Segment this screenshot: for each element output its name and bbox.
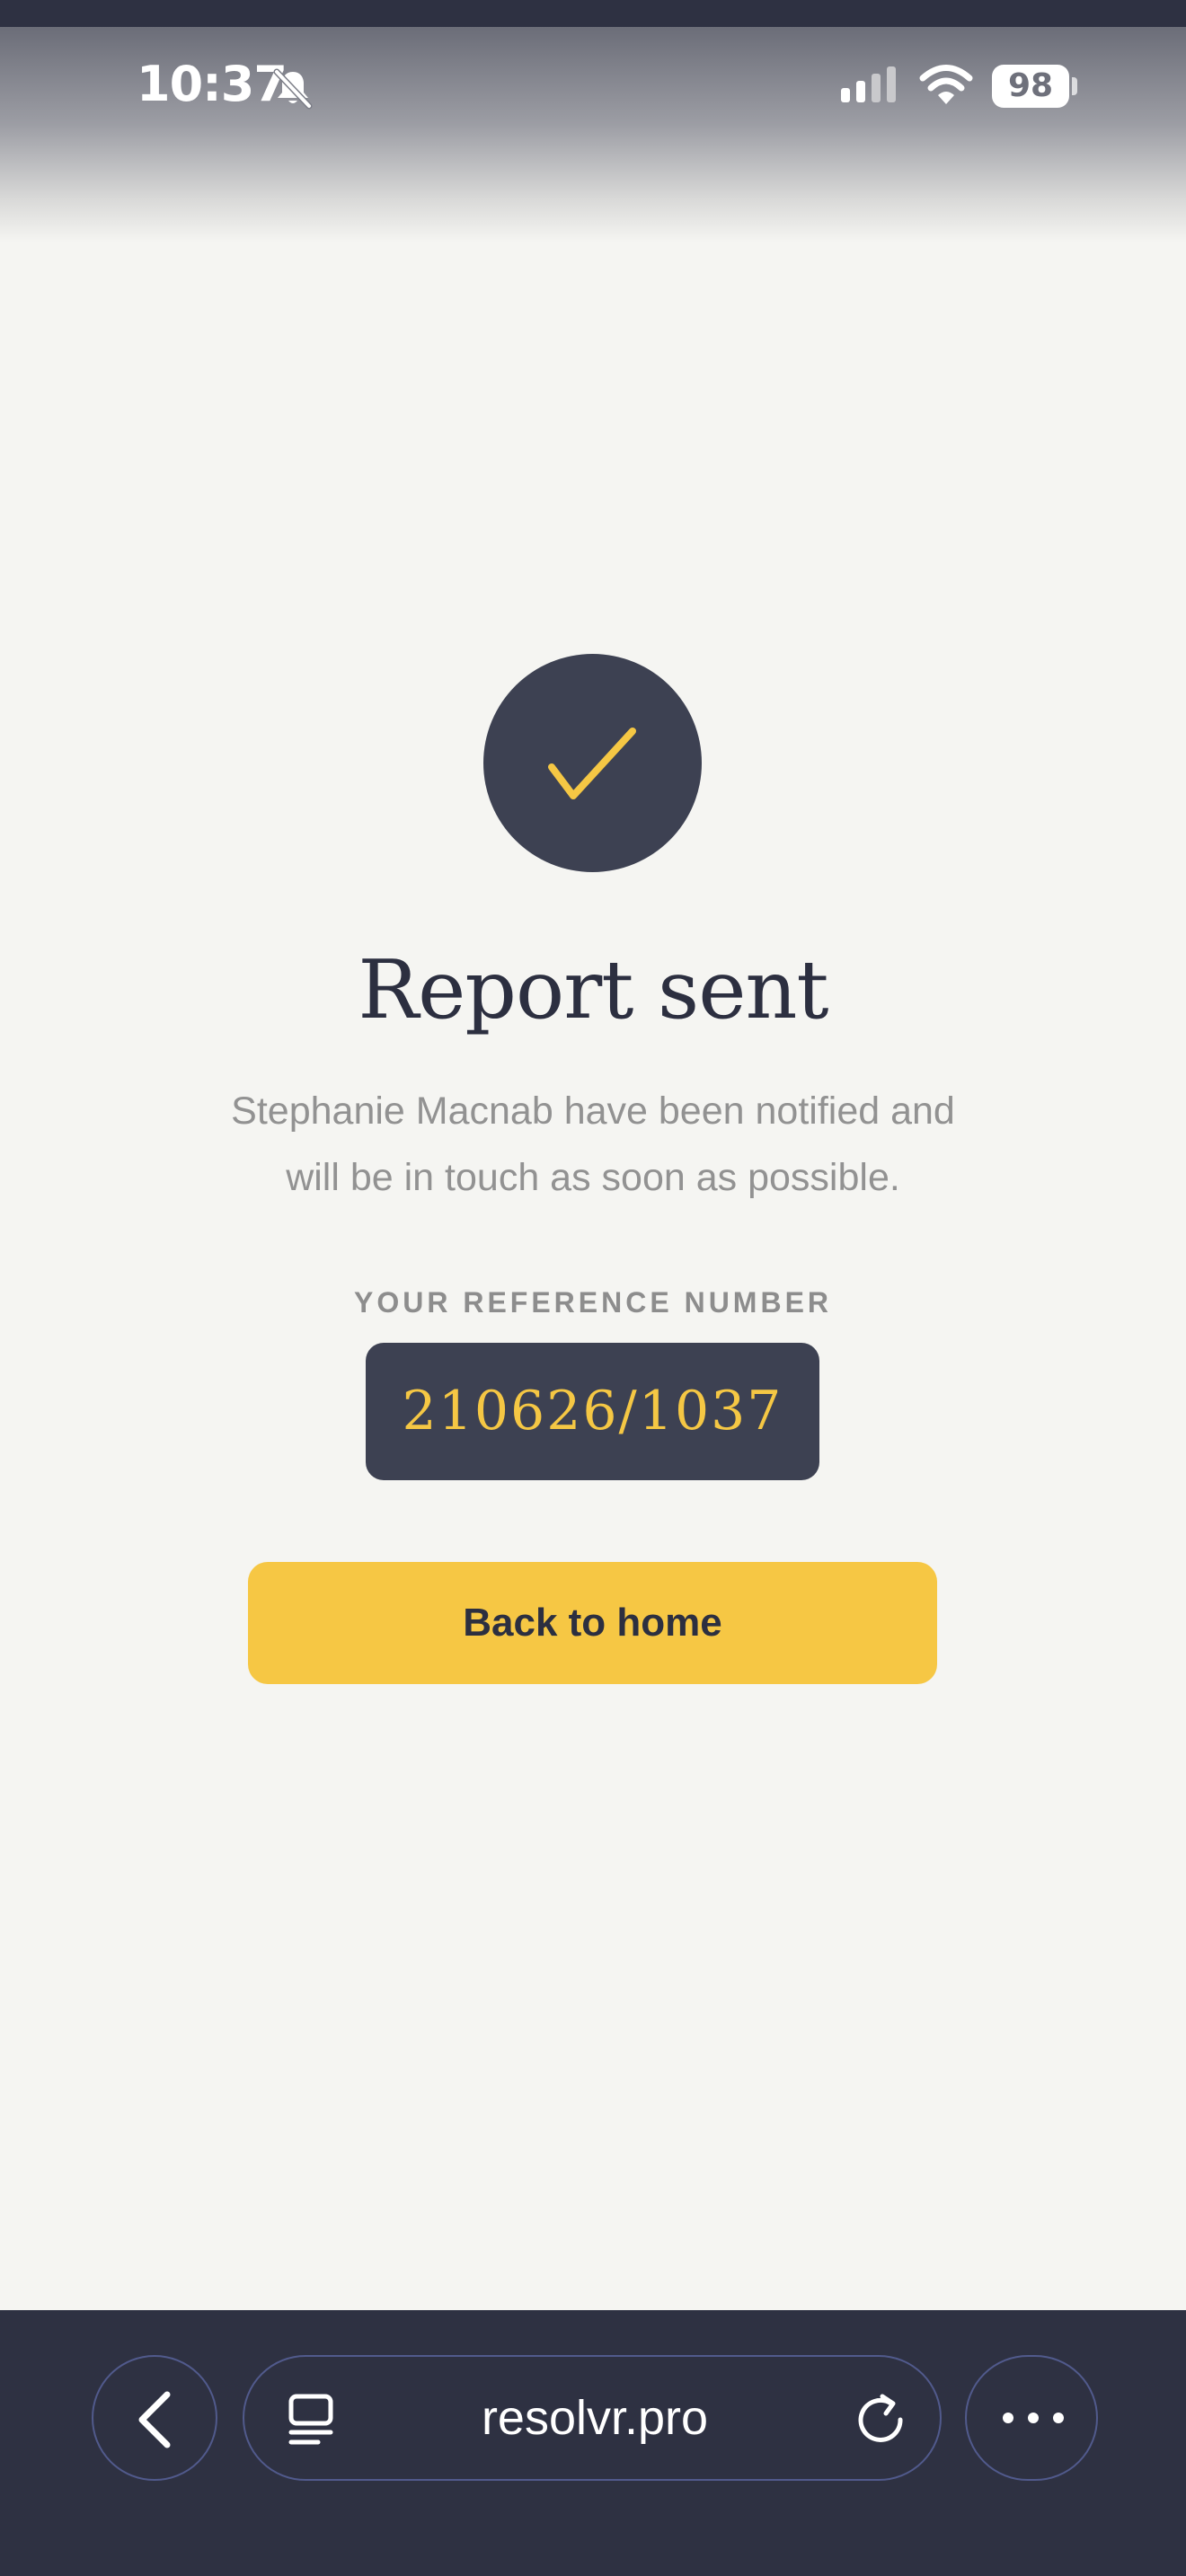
checkmark-icon: [548, 728, 636, 799]
cellular-signal-icon: [841, 66, 896, 102]
reference-label: YOUR REFERENCE NUMBER: [353, 1286, 833, 1319]
more-options-button[interactable]: [965, 2355, 1098, 2481]
reload-icon[interactable]: [854, 2391, 907, 2445]
success-badge: [483, 654, 702, 872]
browser-back-button[interactable]: [92, 2355, 217, 2481]
url-text[interactable]: resolvr.pro: [352, 2357, 837, 2479]
confirmation-message: Stephanie Macnab have been notified and …: [231, 1090, 955, 1199]
status-time: 10:37: [137, 56, 288, 112]
top-strip: [0, 0, 1186, 27]
wifi-icon: [919, 65, 973, 104]
tabs-icon: [288, 2394, 333, 2445]
reference-number: 210626/1037: [366, 1343, 819, 1480]
more-icon: [1003, 2413, 1064, 2423]
page-title: Report sent: [358, 943, 828, 1037]
back-to-home-button[interactable]: Back to home: [248, 1562, 937, 1684]
back-arrow-icon: [138, 2391, 171, 2448]
address-bar[interactable]: resolvr.pro: [243, 2355, 942, 2481]
battery-icon: 98: [992, 65, 1069, 108]
battery-tip: [1072, 77, 1077, 95]
bell-slash-icon: [273, 68, 313, 110]
